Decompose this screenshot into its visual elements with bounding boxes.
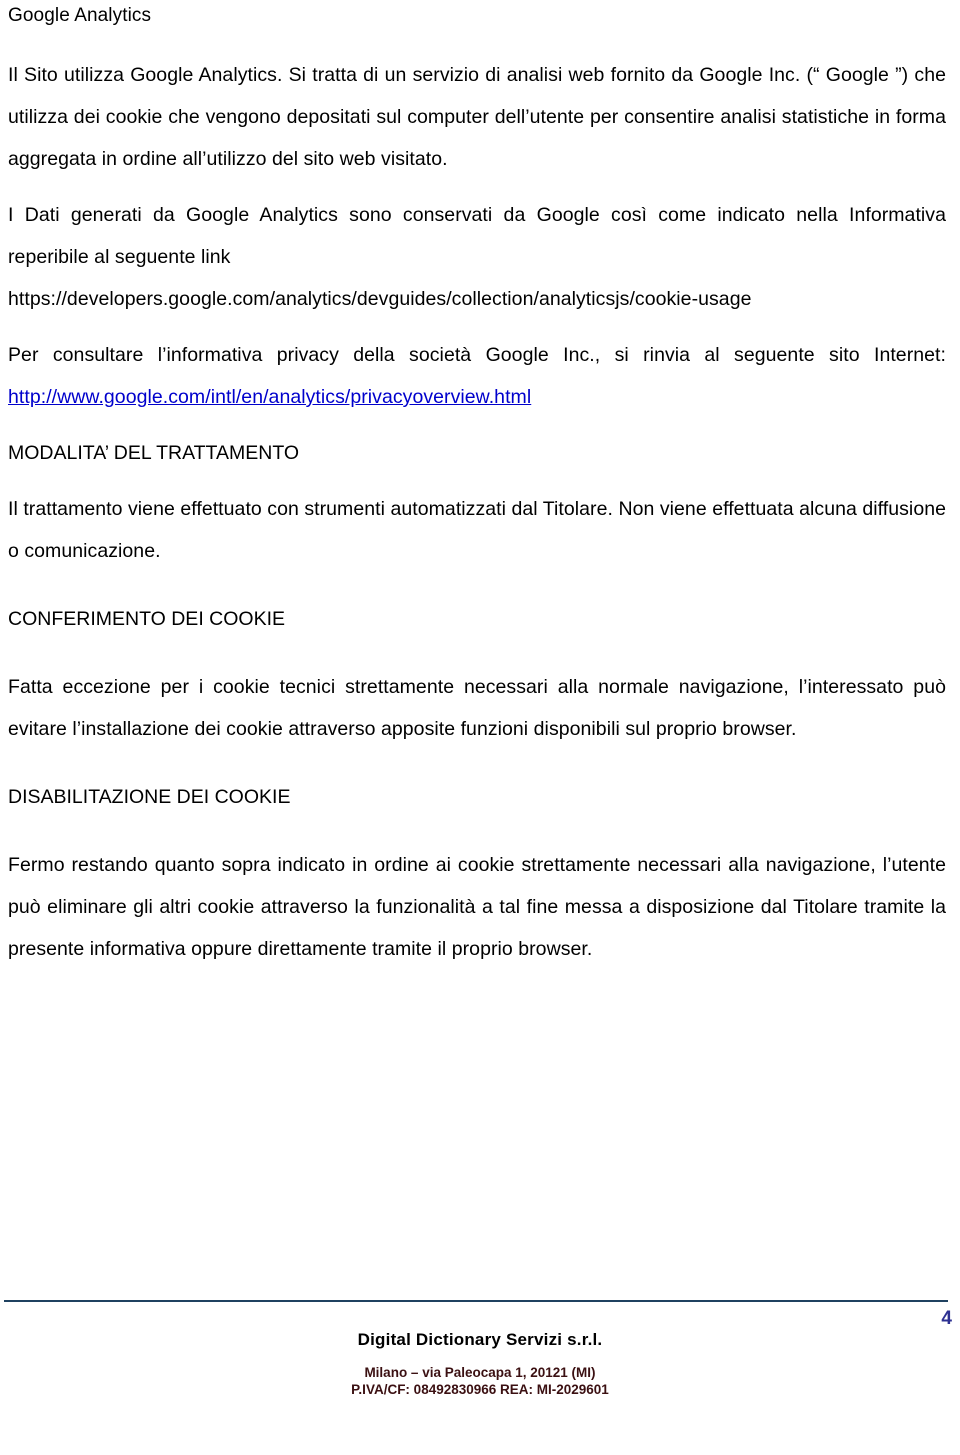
paragraph-trattamento: Il trattamento viene effettuato con stru… xyxy=(8,498,952,562)
paragraph-privacy-policy: Per consultare l’informativa privacy del… xyxy=(8,334,946,418)
page-number: 4 xyxy=(941,1308,952,1329)
paragraph-privacy-policy-text: Per consultare l’informativa privacy del… xyxy=(8,344,952,366)
heading-modalita-del-trattamento: MODALITA’ DEL TRATTAMENTO xyxy=(8,442,300,464)
footer-address: Milano – via Paleocapa 1, 20121 (MI) P.I… xyxy=(0,1364,960,1398)
footer-company-name: Digital Dictionary Servizi s.r.l. xyxy=(357,1330,603,1349)
page-footer: 4 Digital Dictionary Servizi s.r.l. Mila… xyxy=(0,1300,960,1455)
paragraph-google-analytics-intro: Il Sito utilizza Google Analytics. Si tr… xyxy=(8,64,952,170)
heading-disabilitazione-dei-cookie: DISABILITAZIONE DEI COOKIE xyxy=(8,786,291,808)
footer-address-line-1: Milano – via Paleocapa 1, 20121 (MI) xyxy=(364,1365,596,1380)
footer-divider xyxy=(4,1300,948,1302)
document-page: Google Analytics Il Sito utilizza Google… xyxy=(0,4,960,1455)
page-title: Google Analytics xyxy=(8,5,152,26)
link-google-privacy-overview[interactable]: http://www.google.com/intl/en/analytics/… xyxy=(8,386,531,408)
url-developers-google-cookie-usage: https://developers.google.com/analytics/… xyxy=(8,288,752,310)
paragraph-data-retention: I Dati generati da Google Analytics sono… xyxy=(8,204,952,268)
paragraph-disabilitazione: Fermo restando quanto sopra indicato in … xyxy=(8,854,952,960)
heading-conferimento-dei-cookie: CONFERIMENTO DEI COOKIE xyxy=(8,608,285,630)
paragraph-conferimento: Fatta eccezione per i cookie tecnici str… xyxy=(8,676,952,740)
footer-address-line-2: P.IVA/CF: 08492830966 REA: MI-2029601 xyxy=(351,1382,609,1397)
